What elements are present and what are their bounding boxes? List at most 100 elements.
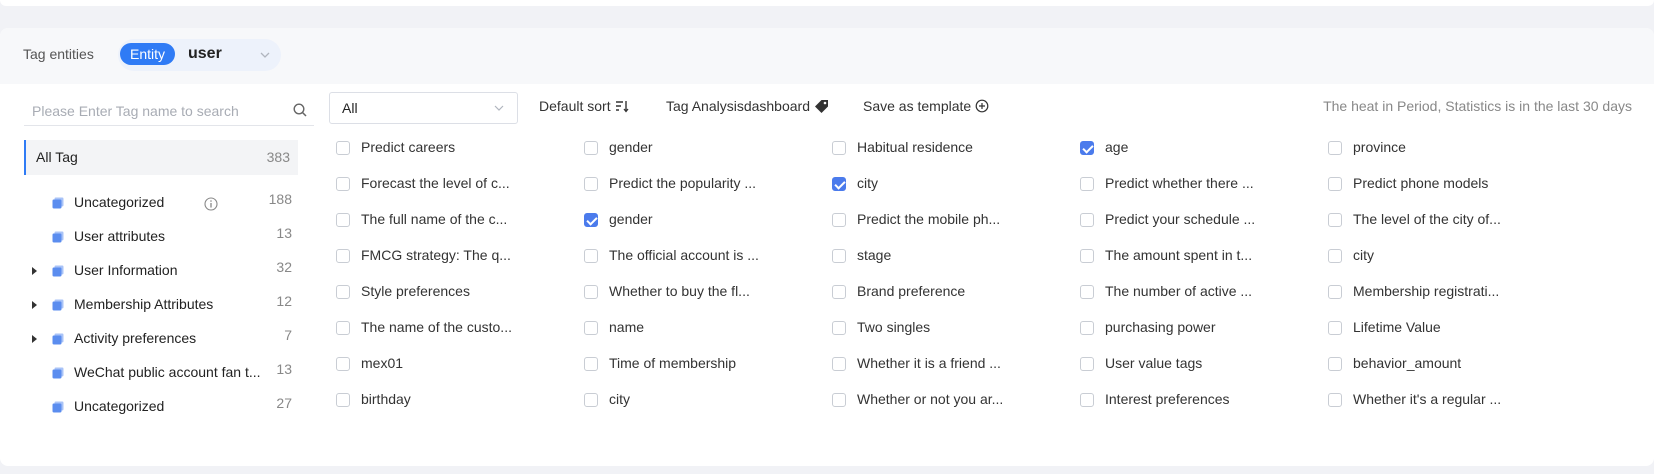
tag-label: Whether to buy the fl...: [609, 283, 750, 299]
tag-label: Two singles: [857, 319, 931, 335]
tag-checkbox[interactable]: [832, 177, 846, 191]
tag-label: Predict phone models: [1353, 175, 1489, 191]
tag-search: [24, 96, 314, 126]
tag-label: Predict careers: [361, 139, 456, 155]
caret-right-icon[interactable]: [32, 267, 37, 275]
tag-checkbox[interactable]: [584, 213, 598, 227]
tag-checkbox[interactable]: [584, 357, 598, 371]
search-icon[interactable]: [292, 102, 308, 118]
tag-checkbox[interactable]: [336, 213, 350, 227]
default-sort-label: Default sort: [539, 98, 611, 114]
tag-checkbox[interactable]: [1080, 357, 1094, 371]
entity-pill: Entity: [120, 43, 176, 65]
tree-item[interactable]: User Information 32: [24, 255, 298, 289]
tag-checkbox[interactable]: [1080, 393, 1094, 407]
tag-checkbox[interactable]: [1080, 249, 1094, 263]
category-icon: [52, 333, 64, 345]
tag-label: Predict whether there ...: [1105, 175, 1254, 191]
tag-checkbox[interactable]: [584, 285, 598, 299]
tag-checkbox[interactable]: [336, 249, 350, 263]
default-sort-button[interactable]: Default sort: [539, 98, 629, 114]
tag-checkbox[interactable]: [1328, 321, 1342, 335]
tag-label: The number of active ...: [1105, 283, 1253, 299]
tree-item[interactable]: Activity preferences 7: [24, 323, 298, 357]
tag-checkbox[interactable]: [1080, 141, 1094, 155]
tag-checkbox[interactable]: [336, 321, 350, 335]
tag-label: gender: [609, 139, 653, 155]
tree-item-count: 188: [268, 191, 292, 207]
search-input[interactable]: [24, 100, 284, 122]
tag-checkbox[interactable]: [1328, 249, 1342, 263]
tag-checkbox[interactable]: [584, 393, 598, 407]
tag-label: name: [609, 319, 645, 335]
tag-label: birthday: [361, 391, 411, 407]
category-icon: [52, 231, 64, 243]
tag-label: Brand preference: [857, 283, 966, 299]
entity-bar: Tag entities Entity user: [0, 28, 1654, 84]
tree-item-label: Uncategorized: [74, 194, 165, 210]
tag-checkbox[interactable]: [584, 177, 598, 191]
entity-label: Tag entities: [23, 46, 94, 62]
tag-checkbox[interactable]: [832, 321, 846, 335]
tree-item-count: 12: [276, 293, 292, 309]
tag-checkbox[interactable]: [584, 321, 598, 335]
tag-checkbox[interactable]: [1328, 393, 1342, 407]
tag-label: The name of the custo...: [361, 319, 512, 335]
tag-checkbox[interactable]: [1328, 213, 1342, 227]
tag-checkbox[interactable]: [832, 393, 846, 407]
tree-item[interactable]: Membership Attributes 12: [24, 289, 298, 323]
period-note: The heat in Period, Statistics is in the…: [1323, 98, 1632, 114]
tag-checkbox[interactable]: [832, 249, 846, 263]
tag-label: The level of the city of...: [1353, 211, 1501, 227]
tag-checkbox[interactable]: [1328, 285, 1342, 299]
tag-checkbox[interactable]: [1328, 141, 1342, 155]
tag-checkbox[interactable]: [1328, 357, 1342, 371]
tag-checkbox[interactable]: [1080, 321, 1094, 335]
tag-checkbox[interactable]: [832, 141, 846, 155]
info-icon[interactable]: [204, 197, 218, 211]
tag-checkbox[interactable]: [832, 213, 846, 227]
tag-checkbox[interactable]: [336, 141, 350, 155]
all-tag-label: All Tag: [36, 149, 78, 165]
tag-checkbox[interactable]: [832, 285, 846, 299]
all-tag-item[interactable]: All Tag 383: [24, 140, 298, 175]
tag-checkbox[interactable]: [1080, 285, 1094, 299]
save-as-template-button[interactable]: Save as template: [863, 98, 989, 114]
caret-right-icon[interactable]: [32, 335, 37, 343]
all-tag-count: 383: [266, 149, 290, 165]
tag-checkbox[interactable]: [336, 357, 350, 371]
tag-label: Lifetime Value: [1353, 319, 1441, 335]
tag-label: Predict the popularity ...: [609, 175, 757, 191]
tag-label: behavior_amount: [1353, 355, 1462, 371]
tag-icon: [815, 99, 828, 113]
tag-checkbox[interactable]: [1080, 177, 1094, 191]
tag-checkbox[interactable]: [584, 249, 598, 263]
tag-label: purchasing power: [1105, 319, 1216, 335]
category-icon: [52, 197, 64, 209]
tag-checkbox[interactable]: [336, 177, 350, 191]
entity-select[interactable]: Entity user: [118, 39, 281, 71]
tag-checkbox[interactable]: [1328, 177, 1342, 191]
tag-analysis-dashboard-button[interactable]: Tag Analysisdashboard: [666, 98, 829, 114]
tag-label: Whether it is a friend ...: [857, 355, 1001, 371]
tag-checkbox[interactable]: [336, 393, 350, 407]
caret-right-icon[interactable]: [32, 301, 37, 309]
tree-item[interactable]: WeChat public account fan t... 13: [24, 357, 298, 391]
tag-checkbox[interactable]: [584, 141, 598, 155]
dashboard-label: Tag Analysisdashboard: [666, 98, 810, 114]
tag-label: Predict your schedule ...: [1105, 211, 1256, 227]
tag-panel: Tag entities Entity user All Tag 383 Unc…: [0, 28, 1654, 466]
tag-checkbox[interactable]: [336, 285, 350, 299]
filter-select[interactable]: All: [329, 92, 518, 124]
tree-item[interactable]: Uncategorized 27: [24, 391, 298, 414]
tag-checkbox[interactable]: [832, 357, 846, 371]
tag-label: Membership registrati...: [1353, 283, 1500, 299]
tag-label: city: [609, 391, 630, 407]
tree-item[interactable]: Uncategorized 188: [24, 187, 298, 221]
tag-label: Time of membership: [609, 355, 737, 371]
tree-item[interactable]: User attributes 13: [24, 221, 298, 255]
category-icon: [52, 401, 64, 413]
tree-item-label: Activity preferences: [74, 330, 197, 346]
category-icon: [52, 299, 64, 311]
tag-checkbox[interactable]: [1080, 213, 1094, 227]
